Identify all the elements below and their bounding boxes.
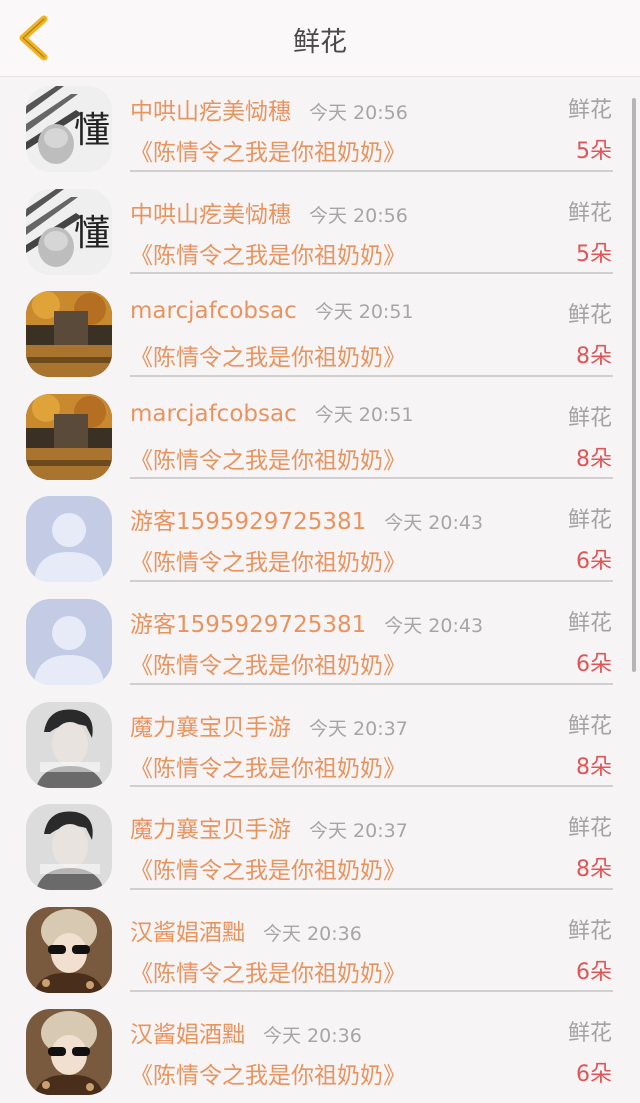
- divider: [130, 374, 613, 377]
- flower-count: 8朵: [576, 446, 612, 472]
- flower-count: 5朵: [576, 139, 612, 164]
- header-bar: 鲜花: [0, 0, 640, 77]
- list-item[interactable]: 懂 中哄山疙美恸穗 今天 20:56 鲜花 《陈情令之我是你祖奶奶》 5朵: [0, 77, 640, 180]
- list-item[interactable]: 魔力襄宝贝手游 今天 20:37 鲜花 《陈情令之我是你祖奶奶》 8朵: [0, 795, 640, 898]
- gift-type: 鲜花: [567, 816, 612, 842]
- gift-type: 鲜花: [567, 610, 612, 636]
- book-title: 《陈情令之我是你祖奶奶》: [130, 550, 406, 577]
- list-item[interactable]: 游客1595929725381 今天 20:43 鲜花 《陈情令之我是你祖奶奶》 …: [0, 487, 640, 590]
- divider: [130, 990, 613, 993]
- book-title: 《陈情令之我是你祖奶奶》: [130, 652, 406, 679]
- timestamp: 今天 20:43: [384, 512, 484, 535]
- divider: [130, 785, 613, 788]
- avatar: [26, 496, 112, 583]
- book-title: 《陈情令之我是你祖奶奶》: [130, 447, 406, 474]
- gift-type: 鲜花: [567, 1021, 612, 1047]
- avatar: [26, 906, 112, 993]
- flower-count: 8朵: [576, 857, 612, 883]
- gift-type: 鲜花: [567, 200, 612, 226]
- svg-text:懂: 懂: [74, 213, 110, 254]
- book-title: 《陈情令之我是你祖奶奶》: [130, 960, 406, 987]
- avatar: [26, 393, 112, 480]
- timestamp: 今天 20:37: [309, 717, 408, 740]
- flower-count: 6朵: [576, 549, 612, 575]
- user-name: 游客1595929725381: [130, 509, 367, 536]
- avatar: 懂: [26, 188, 112, 275]
- list-item[interactable]: marcjafcobsac 今天 20:51 鲜花 《陈情令之我是你祖奶奶》 8朵: [0, 282, 640, 385]
- divider: [130, 272, 613, 275]
- divider: [130, 477, 613, 480]
- gift-list: 懂 中哄山疙美恸穗 今天 20:56 鲜花 《陈情令之我是你祖奶奶》 5朵 懂 中…: [0, 77, 640, 1103]
- user-name: 中哄山疙美恸穗: [130, 201, 291, 228]
- list-item[interactable]: 游客1595929725381 今天 20:43 鲜花 《陈情令之我是你祖奶奶》 …: [0, 590, 640, 693]
- gift-type: 鲜花: [567, 713, 612, 739]
- flower-count: 8朵: [576, 344, 612, 370]
- list-item[interactable]: 汉酱娼酒黜 今天 20:36 鲜花 《陈情令之我是你祖奶奶》 6朵: [0, 1000, 640, 1103]
- book-title: 《陈情令之我是你祖奶奶》: [130, 858, 406, 885]
- avatar: [26, 598, 112, 685]
- list-item[interactable]: 懂 中哄山疙美恸穗 今天 20:56 鲜花 《陈情令之我是你祖奶奶》 5朵: [0, 180, 640, 283]
- timestamp: 今天 20:43: [384, 614, 484, 637]
- user-name: marcjafcobsac: [130, 400, 297, 427]
- book-title: 《陈情令之我是你祖奶奶》: [130, 242, 406, 269]
- gift-type: 鲜花: [567, 303, 612, 329]
- divider: [130, 169, 613, 172]
- timestamp: 今天 20:37: [309, 820, 408, 843]
- timestamp: 今天 20:36: [263, 922, 362, 945]
- gift-type: 鲜花: [567, 405, 612, 431]
- book-title: 《陈情令之我是你祖奶奶》: [130, 1063, 406, 1090]
- user-name: 汉酱娼酒黜: [130, 1022, 245, 1049]
- scrollbar[interactable]: [632, 98, 636, 672]
- timestamp: 今天 20:56: [309, 102, 408, 124]
- flower-count: 6朵: [576, 959, 612, 985]
- user-name: 中哄山疙美恸穗: [130, 99, 291, 125]
- user-name: 魔力襄宝贝手游: [130, 817, 291, 844]
- list-item[interactable]: 魔力襄宝贝手游 今天 20:37 鲜花 《陈情令之我是你祖奶奶》 8朵: [0, 693, 640, 796]
- timestamp: 今天 20:51: [314, 301, 414, 324]
- avatar: [26, 804, 112, 891]
- gift-type: 鲜花: [567, 918, 612, 944]
- flower-count: 8朵: [576, 754, 612, 780]
- svg-text:懂: 懂: [74, 110, 110, 151]
- list-item[interactable]: marcjafcobsac 今天 20:51 鲜花 《陈情令之我是你祖奶奶》 8朵: [0, 385, 640, 488]
- avatar: [26, 701, 112, 788]
- flower-count: 6朵: [576, 651, 612, 677]
- avatar: [26, 291, 112, 378]
- divider: [130, 887, 613, 890]
- avatar: 懂: [26, 86, 112, 172]
- list-item[interactable]: 汉酱娼酒黜 今天 20:36 鲜花 《陈情令之我是你祖奶奶》 6朵: [0, 898, 640, 1001]
- book-title: 《陈情令之我是你祖奶奶》: [130, 345, 406, 372]
- timestamp: 今天 20:51: [314, 403, 414, 426]
- flower-count: 5朵: [576, 241, 612, 267]
- divider: [130, 682, 613, 685]
- user-name: 游客1595929725381: [130, 611, 367, 638]
- timestamp: 今天 20:36: [263, 1025, 362, 1048]
- book-title: 《陈情令之我是你祖奶奶》: [130, 755, 406, 782]
- flower-count: 6朵: [576, 1062, 612, 1088]
- page-title: 鲜花: [293, 27, 347, 58]
- avatar: [26, 1009, 112, 1096]
- user-name: 汉酱娼酒黜: [130, 919, 245, 946]
- user-name: 魔力襄宝贝手游: [130, 714, 291, 741]
- divider: [130, 579, 613, 582]
- timestamp: 今天 20:56: [309, 204, 408, 227]
- gift-type: 鲜花: [567, 98, 612, 123]
- gift-type: 鲜花: [567, 508, 612, 534]
- book-title: 《陈情令之我是你祖奶奶》: [130, 140, 406, 166]
- user-name: marcjafcobsac: [130, 298, 297, 325]
